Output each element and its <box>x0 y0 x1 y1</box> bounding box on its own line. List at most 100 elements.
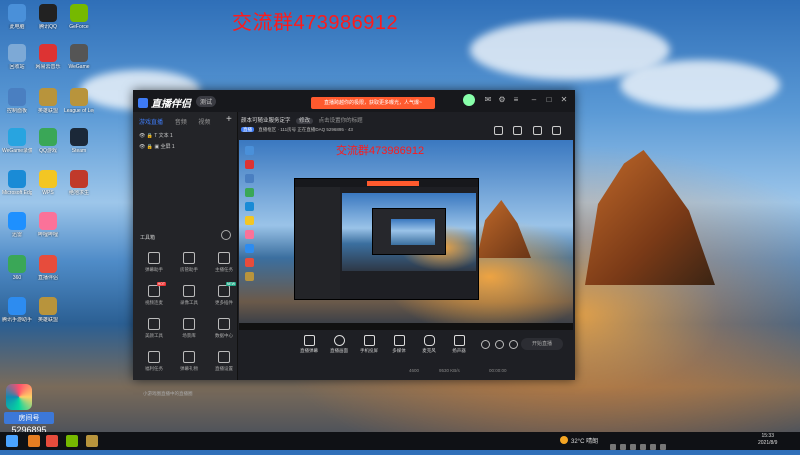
desktop-icon[interactable]: 绝地求生 <box>64 170 94 196</box>
tray-icon[interactable] <box>650 444 656 450</box>
sea-stack-rock <box>585 150 715 285</box>
desktop-icon[interactable]: 直播伴侣 <box>33 255 63 281</box>
live-preview[interactable]: 交流群473986912 <box>239 140 573 330</box>
version-badge[interactable]: 测试 <box>196 96 217 107</box>
tray-icon[interactable] <box>660 444 666 450</box>
clock[interactable]: 15:33 2021/8/9 <box>758 433 777 447</box>
tool-icon <box>148 318 160 330</box>
desktop-icon[interactable]: 腾讯QQ <box>33 4 63 30</box>
tab-video[interactable]: 视频 <box>198 120 210 126</box>
maximize-icon[interactable]: □ <box>544 95 554 105</box>
gift-icon[interactable] <box>532 126 542 135</box>
promo-banner[interactable]: 直播跨越你的极限，获取更多曝光，人气爆~ <box>311 97 435 109</box>
taskbar-app-icon[interactable] <box>46 435 58 447</box>
desktop-icon-image <box>8 88 26 106</box>
preview-icon <box>245 216 254 225</box>
tool-item[interactable]: 房管助手 <box>174 252 204 273</box>
taskbar-app-icon[interactable] <box>86 435 98 447</box>
weather-widget[interactable]: 32°C 晴朗 <box>560 436 598 445</box>
tray-icon[interactable] <box>620 444 626 450</box>
desktop-icon[interactable]: League of Legends <box>64 88 94 114</box>
settings-icon[interactable]: ⚙ <box>497 95 507 105</box>
tray-icon[interactable] <box>610 444 616 450</box>
status-duration: 00:00:00 <box>489 368 507 373</box>
speaker-button[interactable]: 扬声器 <box>444 335 474 354</box>
tab-game-live[interactable]: 游戏直播 <box>139 120 163 126</box>
desktop-icon[interactable]: 回收站 <box>2 44 32 70</box>
tool-item[interactable]: 美颜工具 <box>139 318 169 339</box>
minimize-icon[interactable]: – <box>529 95 539 105</box>
desktop-icon[interactable]: QQ游戏 <box>33 128 63 154</box>
cloud <box>620 60 780 110</box>
desktop-icon[interactable]: WeGame <box>64 44 94 70</box>
control-label: 直播画面 <box>330 348 348 353</box>
control-label: 手机投屏 <box>360 348 378 353</box>
desktop-icon[interactable]: 英雄联盟 <box>33 88 63 114</box>
danmaku-button[interactable]: 直播弹幕 <box>294 335 324 354</box>
desktop-icon[interactable]: 哔哩哔哩 <box>33 212 63 238</box>
camera-icon <box>333 335 345 346</box>
tool-item[interactable]: 直播设置 <box>209 351 239 372</box>
tray-icon[interactable] <box>630 444 636 450</box>
scene-item-text[interactable]: 👁 🔒 T 文本 1 <box>139 132 173 139</box>
toolbox-settings-icon[interactable] <box>221 230 231 240</box>
tool-item[interactable]: 弹幕助手 <box>139 252 169 273</box>
desktop-icon-label: Microsoft Edge <box>2 190 32 196</box>
record-icon[interactable] <box>494 126 503 135</box>
preview-icon <box>245 160 254 169</box>
desktop-icon[interactable]: WPS <box>33 170 63 196</box>
tray-icon[interactable] <box>640 444 646 450</box>
phone-cast-button[interactable]: 手机投屏 <box>354 335 384 354</box>
tool-item[interactable]: 主播任务 <box>209 252 239 273</box>
media-button[interactable]: 多媒体 <box>384 335 414 354</box>
microphone-button[interactable]: 麦克风 <box>414 335 444 354</box>
menu-icon[interactable]: ≡ <box>511 95 521 105</box>
scene-item-fullscreen[interactable]: 👁 🔒 ▣ 全屏 1 <box>139 143 175 150</box>
desktop-icon[interactable]: 腾讯手游助手 <box>2 297 32 323</box>
tool-label: 更多插件 <box>215 300 233 305</box>
taskbar-app-icon[interactable] <box>66 435 78 447</box>
start-icon[interactable] <box>6 435 18 447</box>
tool-item[interactable]: 更多插件 NEW <box>209 282 239 306</box>
desktop-icon-label: WeGame录像 <box>2 148 32 154</box>
control-label: 多媒体 <box>392 348 406 353</box>
stream-info-text: 直播框区 · 111房号 正在直播DAQ 5296895 · 43 <box>258 127 353 132</box>
desktop-icon[interactable]: 360 <box>2 255 32 281</box>
add-scene-icon[interactable]: + <box>226 114 232 125</box>
tool-item[interactable]: 场景库 <box>174 318 204 339</box>
bell-icon[interactable] <box>552 126 562 135</box>
desktop-icon[interactable]: 英雄联盟 <box>33 297 63 323</box>
desktop-icon[interactable]: Steam <box>64 128 94 154</box>
edit-title-button[interactable]: 修改 <box>296 118 314 124</box>
desktop-icon[interactable]: 此电脑 <box>2 4 32 30</box>
message-icon[interactable]: ✉ <box>483 95 493 105</box>
tab-audio[interactable]: 音频 <box>175 120 187 126</box>
start-live-button[interactable]: 开始直播 <box>521 338 563 350</box>
desktop-icon[interactable]: GeForce <box>64 4 94 30</box>
gear-small-icon[interactable] <box>509 340 518 349</box>
tool-item[interactable]: 录像工具 <box>174 285 204 306</box>
desktop-icon-image <box>39 255 57 273</box>
tool-item[interactable]: 数据中心 <box>209 318 239 339</box>
tool-item[interactable]: 弹幕礼物 <box>174 351 204 372</box>
desktop-icon[interactable]: 迅雷 <box>2 212 32 238</box>
tool-item[interactable]: 视频连麦 HOT <box>139 282 169 306</box>
desktop-icon-image <box>8 128 26 146</box>
sun-icon <box>560 436 568 444</box>
camera-button[interactable]: 直播画面 <box>324 335 354 354</box>
settings-small-icon[interactable] <box>495 340 504 349</box>
desktop-icon-label: League of Legends <box>64 108 94 114</box>
user-avatar[interactable] <box>463 94 475 106</box>
tool-item[interactable]: 福利任务 <box>139 351 169 372</box>
taskbar-app-icon[interactable] <box>28 435 40 447</box>
desktop-icon-image <box>8 170 26 188</box>
record-small-icon[interactable] <box>481 340 490 349</box>
close-icon[interactable]: ✕ <box>559 95 569 105</box>
lock-icon[interactable] <box>513 126 523 135</box>
desktop-icon[interactable]: Microsoft Edge <box>2 170 32 196</box>
desktop-icon-label: WPS <box>42 190 54 196</box>
stream-title[interactable]: 颜本可随业服务定字 <box>241 118 291 124</box>
desktop-icon[interactable]: 网易云音乐 <box>33 44 63 70</box>
desktop-icon[interactable]: 控制面板 <box>2 88 32 114</box>
desktop-icon[interactable]: WeGame录像 <box>2 128 32 154</box>
